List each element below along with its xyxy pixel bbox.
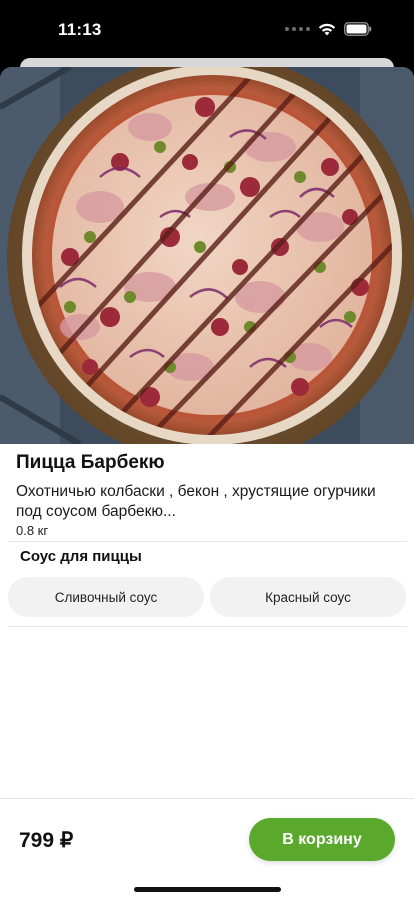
status-icons (285, 22, 372, 36)
divider (8, 541, 407, 542)
price: 799 ₽ (19, 829, 74, 852)
home-indicator (134, 887, 281, 892)
battery-icon (344, 22, 372, 36)
product-description: Охотничью колбаски , бекон , хрустящие о… (16, 483, 376, 520)
product-image (0, 67, 414, 444)
divider (8, 626, 407, 627)
sauce-option-creamy[interactable]: Сливочный соус (8, 577, 204, 617)
product-title: Пицца Барбекю (16, 452, 165, 473)
add-to-cart-button[interactable]: В корзину (249, 818, 395, 861)
wifi-icon (318, 23, 336, 36)
cellular-signal-icon (285, 27, 310, 31)
sauce-option-red[interactable]: Красный соус (210, 577, 406, 617)
status-bar: 11:13 (0, 0, 414, 60)
product-info: Пицца Барбекю Охотничью колбаски , бекон… (0, 444, 414, 538)
sauce-options: Сливочный соус Красный соус (8, 577, 406, 617)
product-sheet: Пицца Барбекю Охотничью колбаски , бекон… (0, 67, 414, 900)
sauce-section-title: Соус для пиццы (20, 548, 142, 565)
product-weight: 0.8 кг (16, 523, 49, 538)
status-time: 11:13 (58, 20, 102, 39)
bottom-bar: 799 ₽ В корзину (0, 798, 414, 900)
